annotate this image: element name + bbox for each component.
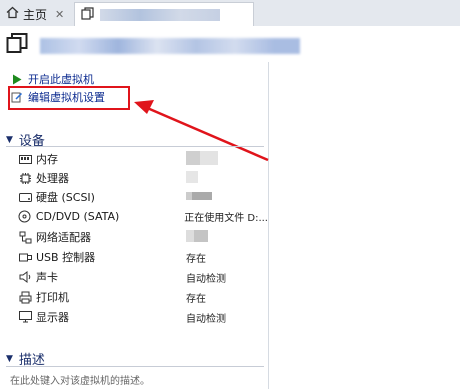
device-value: 正在使用文件 D:... xyxy=(184,212,268,224)
device-row-display[interactable]: 显示器 自动检测 xyxy=(18,308,268,326)
device-row-disk[interactable]: 硬盘 (SCSI) xyxy=(18,188,268,206)
device-value: 自动检测 xyxy=(186,313,226,325)
tab-bar: 主页 ✕ xyxy=(0,0,460,27)
device-name: 打印机 xyxy=(36,291,69,304)
device-row-usb[interactable]: USB 控制器 存在 xyxy=(18,248,268,266)
play-icon xyxy=(10,74,24,85)
device-name: CD/DVD (SATA) xyxy=(35,209,120,223)
device-name: 显示器 xyxy=(36,311,69,324)
device-name: 硬盘 (SCSI) xyxy=(36,191,95,204)
tab-virtual-machine[interactable] xyxy=(74,2,254,26)
highlight-box xyxy=(8,86,130,110)
device-value-redacted xyxy=(186,170,198,186)
power-on-label: 开启此虚拟机 xyxy=(28,73,94,86)
device-name: 网络适配器 xyxy=(36,231,91,244)
device-value-redacted xyxy=(186,229,208,245)
collapse-triangle-icon: ▼ xyxy=(6,134,13,145)
device-row-memory[interactable]: 内存 xyxy=(18,150,268,168)
display-icon xyxy=(18,310,32,324)
device-name: 声卡 xyxy=(36,271,58,284)
tab-home-label: 主页 xyxy=(23,7,48,22)
description-placeholder[interactable]: 在此处键入对该虚拟机的描述。 xyxy=(10,372,150,387)
tab-home[interactable]: 主页 ✕ xyxy=(0,2,74,26)
device-name: 处理器 xyxy=(36,172,69,185)
vm-large-icon xyxy=(6,33,28,53)
device-row-sound-card[interactable]: 声卡 自动检测 xyxy=(18,268,268,286)
device-value: 自动检测 xyxy=(186,273,226,285)
device-value: 存在 xyxy=(186,253,206,265)
device-value-redacted xyxy=(186,150,218,168)
printer-icon xyxy=(18,290,32,304)
section-divider xyxy=(6,146,264,147)
device-value: 存在 xyxy=(186,293,206,305)
vm-title-redacted xyxy=(40,38,300,54)
network-adapter-icon xyxy=(18,230,32,244)
device-row-printer[interactable]: 打印机 存在 xyxy=(18,288,268,306)
usb-icon xyxy=(18,250,32,264)
cd-dvd-icon xyxy=(18,209,32,223)
collapse-triangle-icon: ▼ xyxy=(6,353,13,364)
vm-icon xyxy=(81,6,94,23)
disk-icon xyxy=(18,190,32,204)
pane-divider xyxy=(268,62,269,389)
tab-vm-label-redacted xyxy=(100,8,220,21)
sound-card-icon xyxy=(18,270,32,284)
device-row-network-adapter[interactable]: 网络适配器 xyxy=(18,228,268,246)
device-row-processor[interactable]: 处理器 xyxy=(18,169,268,187)
section-divider xyxy=(6,366,264,367)
processor-icon xyxy=(18,171,32,185)
home-icon xyxy=(6,6,19,22)
vm-header xyxy=(0,26,460,62)
device-name: 内存 xyxy=(36,153,58,166)
memory-icon xyxy=(18,152,32,166)
device-name: USB 控制器 xyxy=(36,251,96,264)
device-value-redacted xyxy=(186,191,212,203)
device-row-cd-dvd[interactable]: CD/DVD (SATA) 正在使用文件 D:... xyxy=(18,207,268,225)
close-icon[interactable]: ✕ xyxy=(55,8,64,21)
